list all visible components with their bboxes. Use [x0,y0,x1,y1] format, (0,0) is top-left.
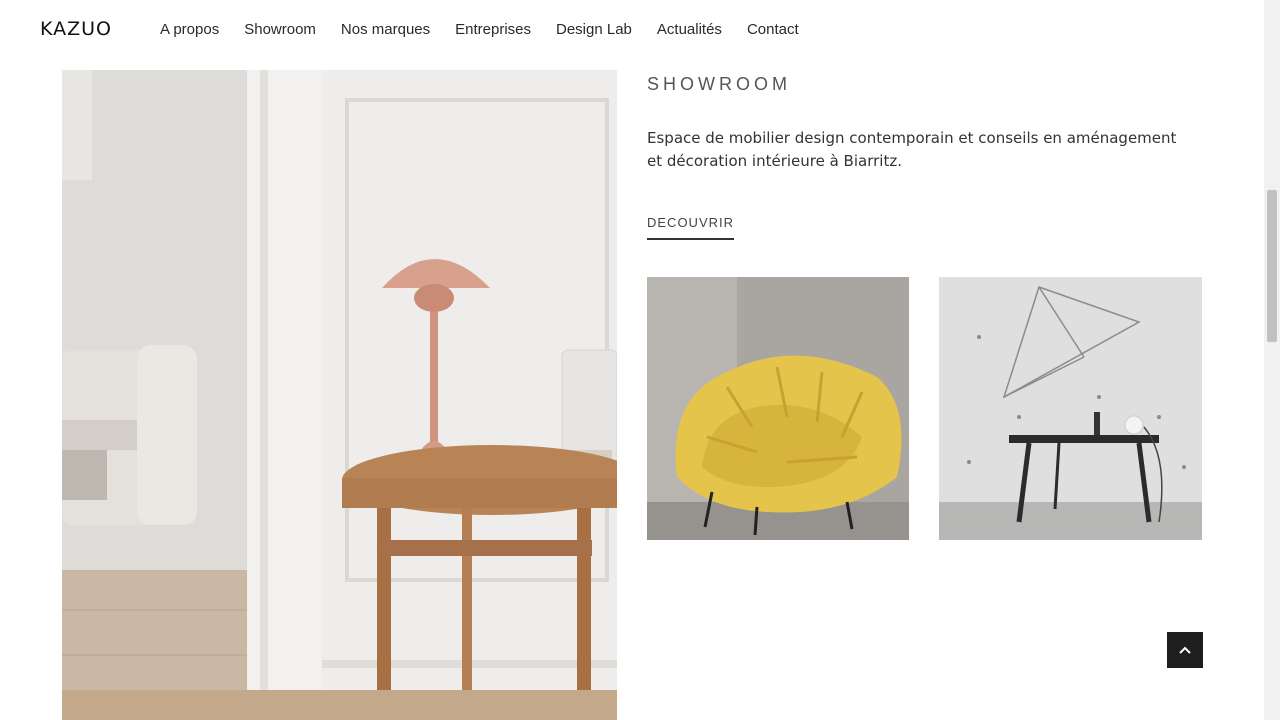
page-scrollbar[interactable] [1264,0,1280,720]
nav-item-actualites[interactable]: Actualités [657,21,722,38]
chevron-up-icon [1179,646,1191,654]
nav-item-a-propos[interactable]: A propos [160,21,219,38]
scrollbar-thumb[interactable] [1267,190,1277,342]
section-description: Espace de mobilier design contemporain e… [647,129,1177,170]
discover-link[interactable]: DECOUVRIR [647,215,735,240]
console-table-illustration [939,277,1202,540]
showroom-section: SHOWROOM Espace de mobilier design conte… [647,70,1207,540]
nav-item-nos-marques[interactable]: Nos marques [341,21,430,38]
nav-item-entreprises[interactable]: Entreprises [455,21,531,38]
site-header: KAZUO A propos Showroom Nos marques Entr… [0,0,1264,58]
logo[interactable]: KAZUO [40,18,112,40]
nav-item-contact[interactable]: Contact [747,21,799,38]
back-to-top-button[interactable] [1167,632,1203,668]
nav-item-showroom[interactable]: Showroom [244,21,316,38]
showroom-hero-image [62,70,617,720]
yellow-armchair-image [647,277,909,540]
nav-item-design-lab[interactable]: Design Lab [556,21,632,38]
console-table-image [939,277,1202,540]
hero-illustration [62,70,617,720]
section-title: SHOWROOM [647,74,791,94]
yellow-armchair-illustration [647,277,909,540]
main-nav: A propos Showroom Nos marques Entreprise… [160,0,824,58]
